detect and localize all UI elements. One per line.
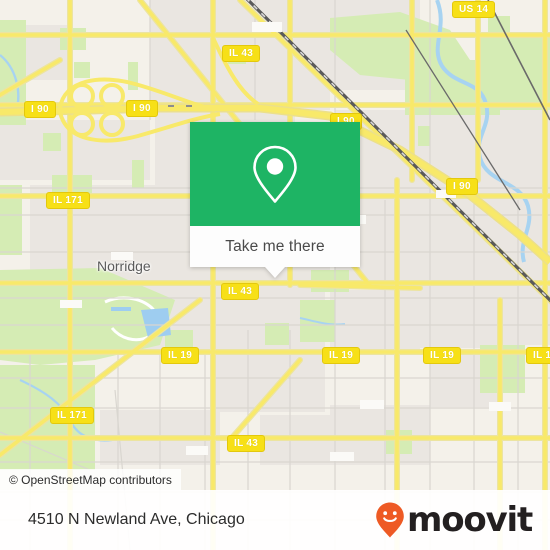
map-attribution[interactable]: © OpenStreetMap contributors	[0, 469, 181, 490]
address-label: 4510 N Newland Ave, Chicago	[28, 511, 245, 528]
road-shield-il43[interactable]: IL 43	[221, 283, 260, 300]
road-shield-i90[interactable]: I 90	[126, 100, 158, 117]
take-me-there-label: Take me there	[225, 237, 325, 255]
map-screenshot: Norridge US 14 IL 43 I 90 I 90 I 90 I 90…	[0, 0, 550, 550]
road-shield-i90[interactable]: I 90	[446, 178, 478, 195]
road-shield-il19[interactable]: IL 19	[423, 347, 462, 364]
place-label-norridge: Norridge	[97, 258, 151, 274]
road-shield-il43[interactable]: IL 43	[227, 435, 266, 452]
road-shield-il171[interactable]: IL 171	[46, 192, 90, 209]
road-shield-il171[interactable]: IL 171	[50, 407, 94, 424]
road-shield-il43[interactable]: IL 43	[222, 45, 261, 62]
road-shield-il19[interactable]: IL 19	[322, 347, 361, 364]
location-callout[interactable]: Take me there	[190, 122, 360, 278]
attribution-text: © OpenStreetMap contributors	[9, 472, 172, 487]
moovit-wordmark: moovit	[406, 500, 533, 540]
road-shield-i90[interactable]: I 90	[24, 101, 56, 118]
callout-tail	[265, 267, 285, 278]
map-pin-icon	[253, 145, 297, 203]
moovit-pin-smile-icon	[376, 502, 404, 538]
callout-icon-panel	[190, 122, 360, 226]
footer-bar: 4510 N Newland Ave, Chicago moovit	[0, 490, 550, 550]
road-shield-il1[interactable]: IL 1	[526, 347, 550, 364]
road-shield-us14[interactable]: US 14	[452, 1, 496, 18]
moovit-logo[interactable]: moovit	[375, 500, 533, 540]
road-shield-il19[interactable]: IL 19	[161, 347, 200, 364]
callout-action-bar[interactable]: Take me there	[190, 226, 360, 267]
